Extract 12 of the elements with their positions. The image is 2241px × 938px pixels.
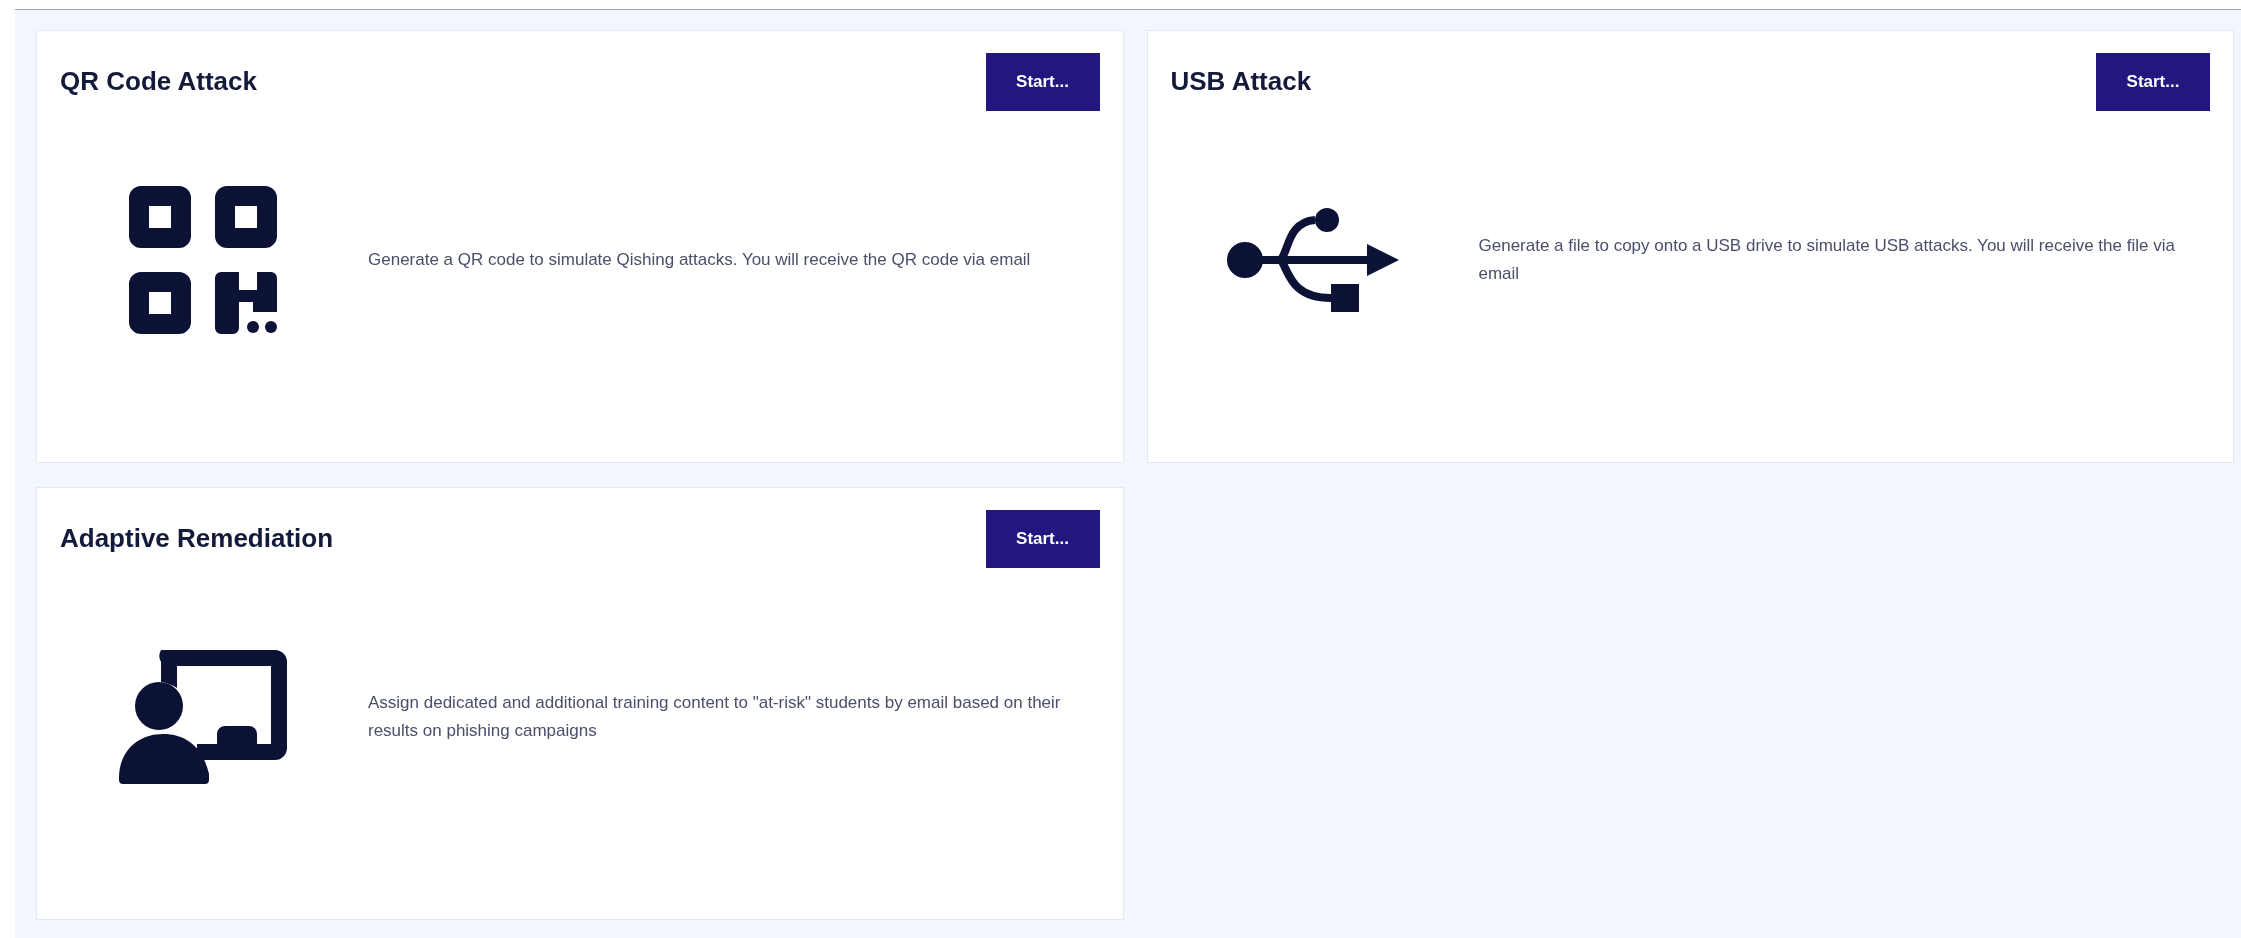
- card-description: Generate a file to copy onto a USB drive to simulate USB attacks. You will receive the file via email: [1478, 235, 2176, 285]
- card-title: QR Code Attack: [60, 65, 257, 98]
- usb-icon: [1227, 208, 1399, 312]
- start-button[interactable]: Start...: [985, 53, 1100, 111]
- presenter-icon: [118, 650, 287, 784]
- qr-code-icon: [128, 186, 277, 334]
- start-button[interactable]: Start...: [985, 510, 1100, 568]
- card-description: Generate a QR code to simulate Qishing attacks. You will receive the QR code via email: [368, 249, 1032, 271]
- start-button[interactable]: Start...: [2096, 53, 2210, 111]
- card-description: Assign dedicated and additional training content to "at-risk" students by email based on their results on phishing campaigns: [368, 692, 1062, 742]
- card-title: USB Attack: [1170, 65, 1312, 98]
- card-title: Adaptive Remediation: [60, 522, 334, 555]
